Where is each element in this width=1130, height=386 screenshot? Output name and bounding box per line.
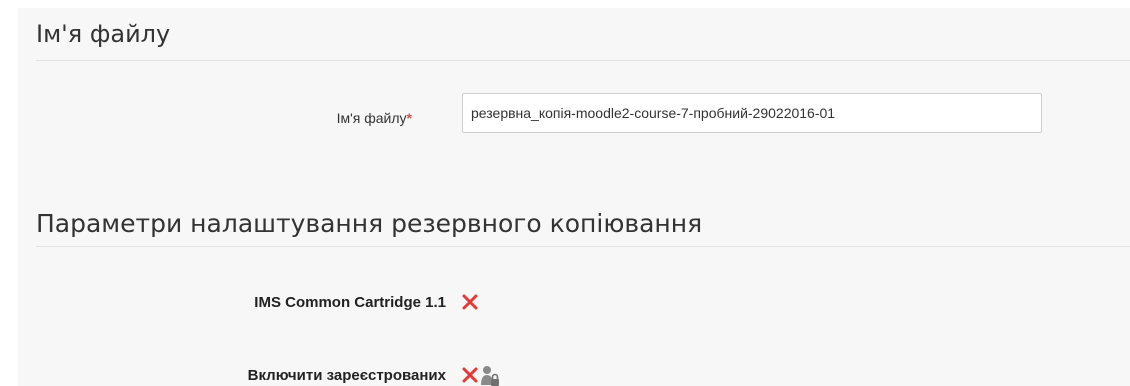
setting-label: Включити зареєстрованих (247, 367, 446, 384)
red-x-icon (462, 367, 478, 383)
filename-label-text: Ім'я файлу (336, 110, 407, 126)
page: Ім'я файлу Ім'я файлу* Параметри налашту… (0, 0, 1130, 386)
red-x-icon (462, 294, 478, 310)
user-lock-icon (481, 366, 499, 386)
backup-settings-section-title: Параметри налаштування резервного копіюв… (36, 209, 703, 238)
setting-row-include-enrolled-users: Включити зареєстрованих (18, 364, 1130, 386)
section-divider (36, 60, 1130, 61)
backup-form-panel: Ім'я файлу Ім'я файлу* Параметри налашту… (18, 8, 1130, 386)
required-marker: * (406, 110, 412, 126)
filename-input[interactable] (462, 93, 1042, 133)
filename-section-title: Ім'я файлу (36, 20, 171, 48)
setting-label: IMS Common Cartridge 1.1 (254, 294, 446, 311)
setting-row-ims-common-cartridge: IMS Common Cartridge 1.1 (18, 291, 1130, 315)
filename-field-label: Ім'я файлу* (337, 110, 412, 126)
section-divider (36, 246, 1130, 247)
